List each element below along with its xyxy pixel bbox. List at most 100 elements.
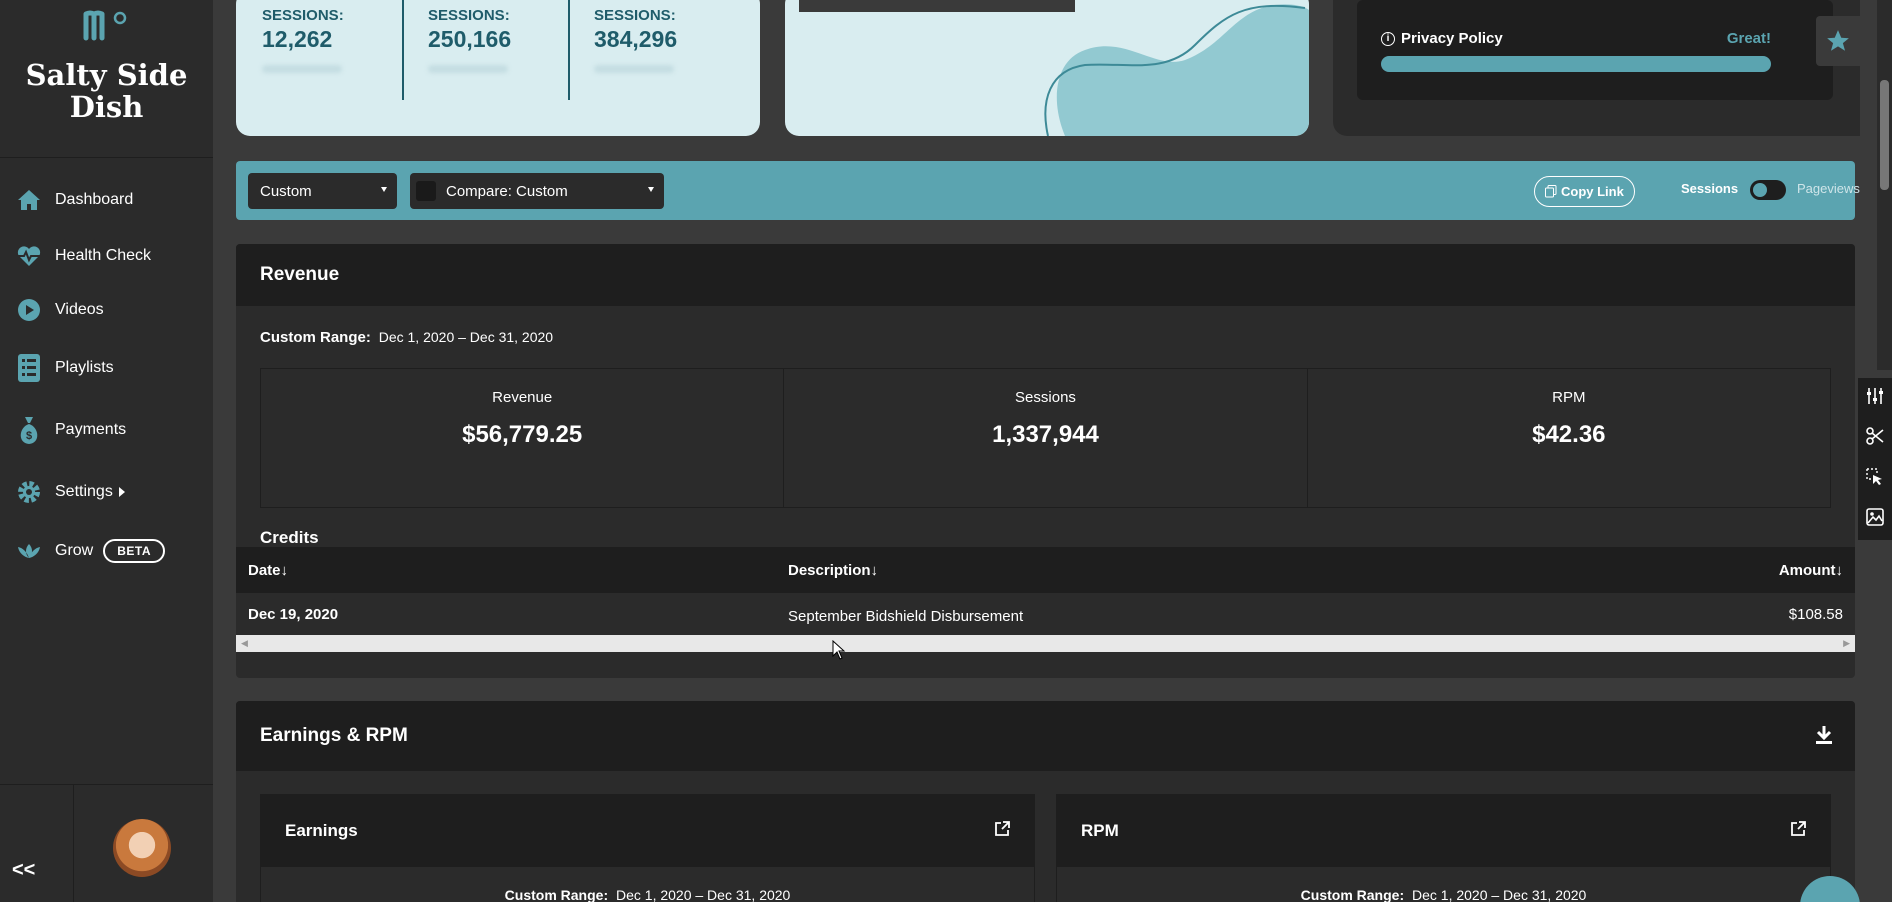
sidebar-item-label: Payments: [55, 421, 127, 438]
earnings-range: Custom Range: Dec 1, 2020 – Dec 31, 2020: [261, 887, 1034, 902]
dropdown-caret-icon: [648, 187, 654, 192]
sidebar-item-playlists[interactable]: Playlists: [0, 338, 213, 398]
privacy-status-card: i Privacy Policy Great!: [1333, 0, 1860, 136]
privacy-status-text: Great!: [1726, 30, 1771, 47]
stat-value: 12,262: [262, 26, 333, 52]
column-header-amount[interactable]: Amount↓: [1779, 547, 1843, 593]
caret-right-icon: [118, 487, 125, 497]
privacy-policy-title[interactable]: i Privacy Policy: [1381, 30, 1503, 47]
sessions-pageviews-toggle[interactable]: [1750, 180, 1786, 200]
metric-label: Sessions: [1015, 389, 1076, 406]
compare-value: Compare: Custom: [446, 182, 568, 200]
money-bag-icon: $: [15, 416, 43, 444]
horizontal-scrollbar[interactable]: ◀ ▶: [236, 635, 1855, 652]
avatar[interactable]: [113, 819, 171, 877]
stat-label: SESSIONS:: [594, 7, 676, 24]
sidebar-footer: <<: [0, 784, 213, 902]
play-icon: [15, 296, 43, 324]
rpm-range: Custom Range: Dec 1, 2020 – Dec 31, 2020: [1057, 887, 1830, 902]
rpm-card-header: RPM: [1057, 795, 1830, 867]
metric-label: RPM: [1552, 389, 1586, 406]
metric-revenue: Revenue $56,779.25: [261, 369, 785, 507]
info-icon: i: [1381, 31, 1395, 46]
privacy-policy-box: i Privacy Policy Great!: [1357, 0, 1833, 100]
sidebar-nav: Dashboard Health Check Videos Playlists …: [0, 170, 213, 580]
metric-rpm: RPM $42.36: [1308, 369, 1830, 507]
scroll-right-icon[interactable]: ▶: [1843, 638, 1850, 649]
copy-link-button[interactable]: Copy Link: [1534, 176, 1635, 207]
sidebar-item-label: Health Check: [55, 247, 152, 264]
stat-value: 250,166: [428, 26, 512, 52]
main-content: SESSIONS: 12,262 SESSIONS: 250,166 SESSI…: [213, 0, 1860, 902]
page-scrollbar[interactable]: [1877, 0, 1892, 370]
stat-item: SESSIONS: 12,262: [236, 2, 401, 114]
star-icon: [1827, 30, 1849, 51]
favorite-button[interactable]: [1816, 16, 1860, 66]
column-header-description[interactable]: Description↓: [788, 547, 878, 593]
rpm-card: RPM Custom Range: Dec 1, 2020 – Dec 31, …: [1056, 794, 1831, 902]
earnings-card: Earnings Custom Range: Dec 1, 2020 – Dec…: [260, 794, 1035, 902]
metric-value: $42.36: [1532, 421, 1606, 448]
cell-description: September Bidshield Disbursement: [788, 607, 1024, 625]
cell-amount: $108.58: [1788, 605, 1843, 623]
sidebar-item-health-check[interactable]: Health Check: [0, 230, 213, 282]
range-value: Dec 1, 2020 – Dec 31, 2020: [1412, 887, 1587, 902]
range-value: Dec 1, 2020 – Dec 31, 2020: [378, 329, 554, 345]
stat-blurred-detail: [428, 65, 508, 73]
stat-item: SESSIONS: 384,296: [568, 2, 733, 114]
sliders-icon[interactable]: [1866, 387, 1884, 410]
image-icon[interactable]: [1866, 508, 1884, 531]
copy-icon: [1545, 185, 1557, 198]
date-range-value: Custom: [260, 182, 312, 200]
credits-table-header: Date↓ Description↓ Amount↓: [236, 547, 1855, 593]
download-icon[interactable]: [1815, 725, 1833, 751]
scroll-left-icon[interactable]: ◀: [241, 638, 248, 649]
earnings-rpm-panel: Earnings & RPM Earnings Custom Range: De…: [236, 701, 1855, 902]
sessions-stats-card: SESSIONS: 12,262 SESSIONS: 250,166 SESSI…: [236, 0, 760, 136]
metric-value: 1,337,944: [992, 421, 1099, 448]
sidebar-item-grow[interactable]: Grow BETA: [0, 522, 213, 580]
privacy-progress-bar: [1381, 56, 1771, 72]
sidebar-item-label: Grow: [55, 542, 94, 559]
metric-value: $56,779.25: [462, 421, 583, 448]
sidebar-item-label: Settings: [55, 483, 113, 500]
copy-link-label: Copy Link: [1561, 184, 1624, 199]
select-cursor-icon[interactable]: [1866, 468, 1884, 491]
floating-toolbar: [1858, 378, 1892, 540]
table-row: Dec 19, 2020 September Bidshield Disburs…: [236, 593, 1855, 635]
revenue-range: Custom Range: Dec 1, 2020 – Dec 31, 2020: [260, 329, 1855, 346]
sidebar-item-dashboard[interactable]: Dashboard: [0, 170, 213, 230]
external-link-icon[interactable]: [1790, 821, 1806, 842]
filter-bar: Custom Compare: Custom Copy Link Session…: [236, 161, 1860, 220]
sidebar-item-payments[interactable]: $ Payments: [0, 398, 213, 462]
revenue-metrics: Revenue $56,779.25 Sessions 1,337,944 RP…: [260, 368, 1831, 508]
sidebar: Salty Side Dish Dashboard Health Check V…: [0, 0, 213, 902]
scrollbar-thumb[interactable]: [1880, 80, 1889, 190]
svg-text:$: $: [26, 430, 32, 442]
sidebar-item-settings[interactable]: Settings: [0, 462, 213, 522]
scissors-icon[interactable]: [1866, 427, 1884, 450]
beta-badge: BETA: [103, 539, 166, 563]
date-range-select[interactable]: Custom: [248, 173, 397, 209]
collapse-sidebar-button[interactable]: <<: [12, 859, 35, 882]
cell-date: Dec 19, 2020: [248, 605, 339, 623]
revenue-panel: Revenue Custom Range: Dec 1, 2020 – Dec …: [236, 244, 1855, 678]
rpm-card-title: RPM: [1081, 821, 1119, 840]
sidebar-item-videos[interactable]: Videos: [0, 282, 213, 338]
compare-select[interactable]: Compare: Custom: [410, 173, 664, 209]
sidebar-item-label: Dashboard: [55, 191, 134, 208]
privacy-policy-label: Privacy Policy: [1401, 30, 1503, 47]
heartbeat-icon: [15, 242, 43, 270]
earnings-card-title: Earnings: [285, 821, 358, 840]
stat-value: 384,296: [594, 26, 678, 52]
brand-name: Salty Side Dish: [25, 58, 188, 124]
wave-illustration: [1044, 4, 1309, 136]
brand-logo-icon[interactable]: [82, 10, 132, 49]
stat-label: SESSIONS:: [428, 7, 510, 24]
lotus-icon: [15, 537, 43, 565]
external-link-icon[interactable]: [994, 821, 1010, 842]
range-label: Custom Range:: [1300, 887, 1405, 902]
stat-label: SESSIONS:: [262, 7, 344, 24]
column-header-date[interactable]: Date↓: [248, 547, 288, 593]
wave-illustration-card: [785, 0, 1309, 136]
